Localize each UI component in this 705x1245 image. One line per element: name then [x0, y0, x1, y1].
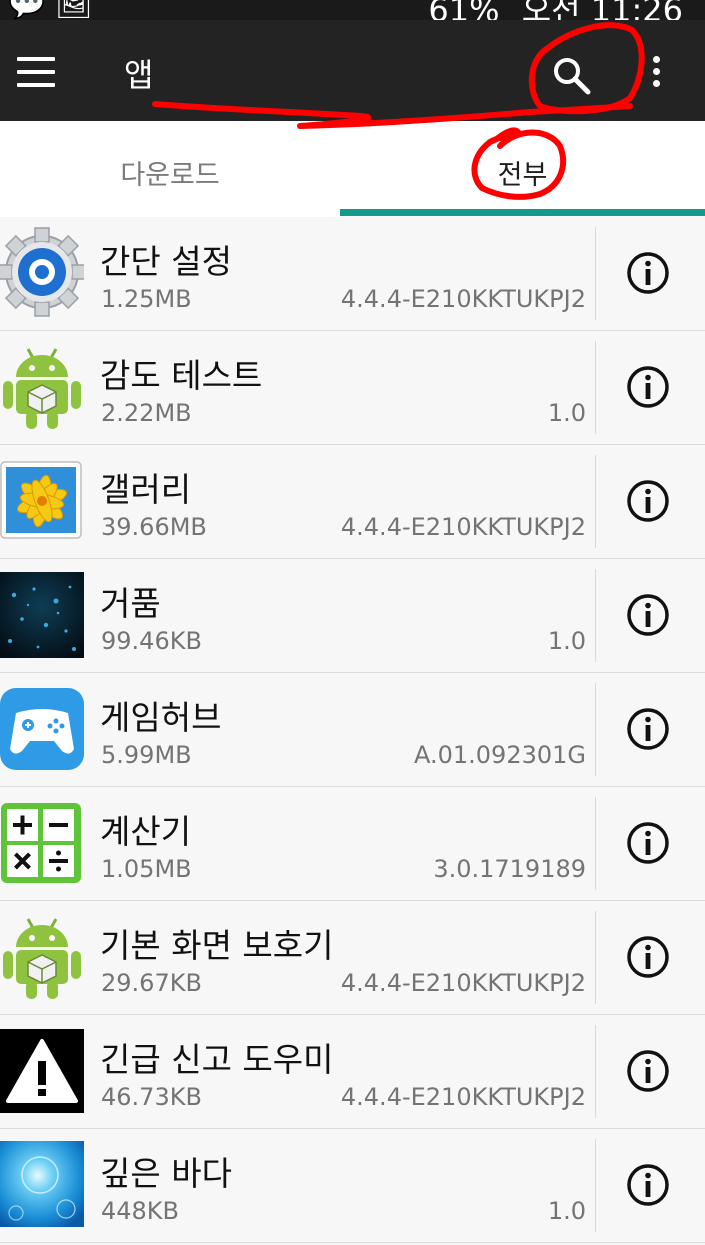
info-icon[interactable]	[624, 477, 672, 525]
app-name: 감도 테스트	[100, 356, 263, 395]
app-version: 1.0	[547, 1197, 586, 1225]
hamburger-menu-icon[interactable]	[17, 57, 55, 87]
app-name: 갤러리	[100, 470, 192, 509]
app-version: A.01.092301G	[413, 741, 586, 769]
app-size: 448KB	[101, 1197, 180, 1225]
warning-icon	[0, 1025, 84, 1115]
clock: 오전 11:26	[521, 0, 683, 20]
row-divider	[595, 227, 596, 320]
notification-icons: 💬 🖼	[8, 0, 93, 20]
row-divider	[595, 569, 596, 662]
app-size: 29.67KB	[101, 969, 202, 997]
app-version: 1.0	[547, 627, 586, 655]
tab-all[interactable]: 전부	[340, 121, 705, 217]
app-name: 기본 화면 보호기	[100, 926, 334, 965]
calculator-icon	[0, 797, 84, 887]
status-right: 61% 오전 11:26	[416, 0, 683, 20]
app-version: 4.4.4-E210KKTUKPJ2	[340, 1083, 586, 1111]
app-toolbar: 앱	[0, 20, 705, 121]
android-icon	[0, 911, 84, 1001]
app-version: 3.0.1719189	[433, 855, 586, 883]
tab-all-label: 전부	[497, 160, 548, 191]
info-icon[interactable]	[624, 705, 672, 753]
list-item[interactable]: 간단 설정 1.25MB 4.4.4-E210KKTUKPJ2	[0, 217, 705, 331]
app-size: 99.46KB	[101, 627, 202, 655]
info-icon[interactable]	[624, 249, 672, 297]
list-item[interactable]: 갤러리 39.66MB 4.4.4-E210KKTUKPJ2	[0, 445, 705, 559]
app-name: 계산기	[100, 812, 192, 851]
row-divider	[595, 455, 596, 548]
app-size: 39.66MB	[101, 513, 207, 541]
android-icon	[0, 341, 84, 431]
tab-download-label: 다운로드	[120, 160, 220, 191]
app-version: 1.0	[547, 399, 586, 427]
gamepad-icon	[0, 683, 84, 773]
app-size: 1.25MB	[101, 285, 192, 313]
row-divider	[595, 797, 596, 890]
list-item[interactable]: 게임허브 5.99MB A.01.092301G	[0, 673, 705, 787]
battery-level: 61%	[428, 0, 500, 20]
info-icon[interactable]	[624, 819, 672, 867]
list-item[interactable]: 감도 테스트 2.22MB 1.0	[0, 331, 705, 445]
app-name: 거품	[100, 584, 161, 623]
list-item[interactable]: 깊은 바다 448KB 1.0	[0, 1129, 705, 1243]
settings-gear-icon	[0, 227, 87, 317]
row-divider	[595, 1139, 596, 1232]
app-version: 4.4.4-E210KKTUKPJ2	[340, 969, 586, 997]
app-size: 46.73KB	[101, 1083, 202, 1111]
app-size: 1.05MB	[101, 855, 192, 883]
app-version: 4.4.4-E210KKTUKPJ2	[340, 285, 586, 313]
app-name: 간단 설정	[100, 242, 232, 281]
info-icon[interactable]	[624, 363, 672, 411]
app-name: 게임허브	[100, 698, 222, 737]
status-bar: 💬 🖼 61% 오전 11:26	[0, 0, 705, 20]
list-item[interactable]: 기본 화면 보호기 29.67KB 4.4.4-E210KKTUKPJ2	[0, 901, 705, 1015]
app-size: 2.22MB	[101, 399, 192, 427]
gallery-flower-icon	[0, 455, 84, 545]
bubbles-icon	[0, 569, 84, 659]
deep-sea-icon	[0, 1139, 84, 1229]
row-divider	[595, 341, 596, 434]
tab-bar: 다운로드 전부	[0, 121, 705, 218]
app-version: 4.4.4-E210KKTUKPJ2	[340, 513, 586, 541]
app-size: 5.99MB	[101, 741, 192, 769]
tab-download[interactable]: 다운로드	[0, 121, 340, 217]
app-name: 긴급 신고 도우미	[100, 1040, 334, 1079]
more-vert-icon[interactable]	[646, 56, 666, 94]
row-divider	[595, 1025, 596, 1118]
info-icon[interactable]	[624, 933, 672, 981]
info-icon[interactable]	[624, 1161, 672, 1209]
info-icon[interactable]	[624, 1047, 672, 1095]
search-icon[interactable]	[552, 56, 592, 96]
page-title: 앱	[124, 56, 154, 94]
list-item[interactable]: 거품 99.46KB 1.0	[0, 559, 705, 673]
row-divider	[595, 683, 596, 776]
app-list: 간단 설정 1.25MB 4.4.4-E210KKTUKPJ2 감도 테스트 2…	[0, 217, 705, 1243]
tab-selected-indicator	[340, 209, 705, 216]
row-divider	[595, 911, 596, 1004]
app-name: 깊은 바다	[100, 1154, 232, 1193]
list-item[interactable]: 긴급 신고 도우미 46.73KB 4.4.4-E210KKTUKPJ2	[0, 1015, 705, 1129]
list-item[interactable]: 계산기 1.05MB 3.0.1719189	[0, 787, 705, 901]
info-icon[interactable]	[624, 591, 672, 639]
